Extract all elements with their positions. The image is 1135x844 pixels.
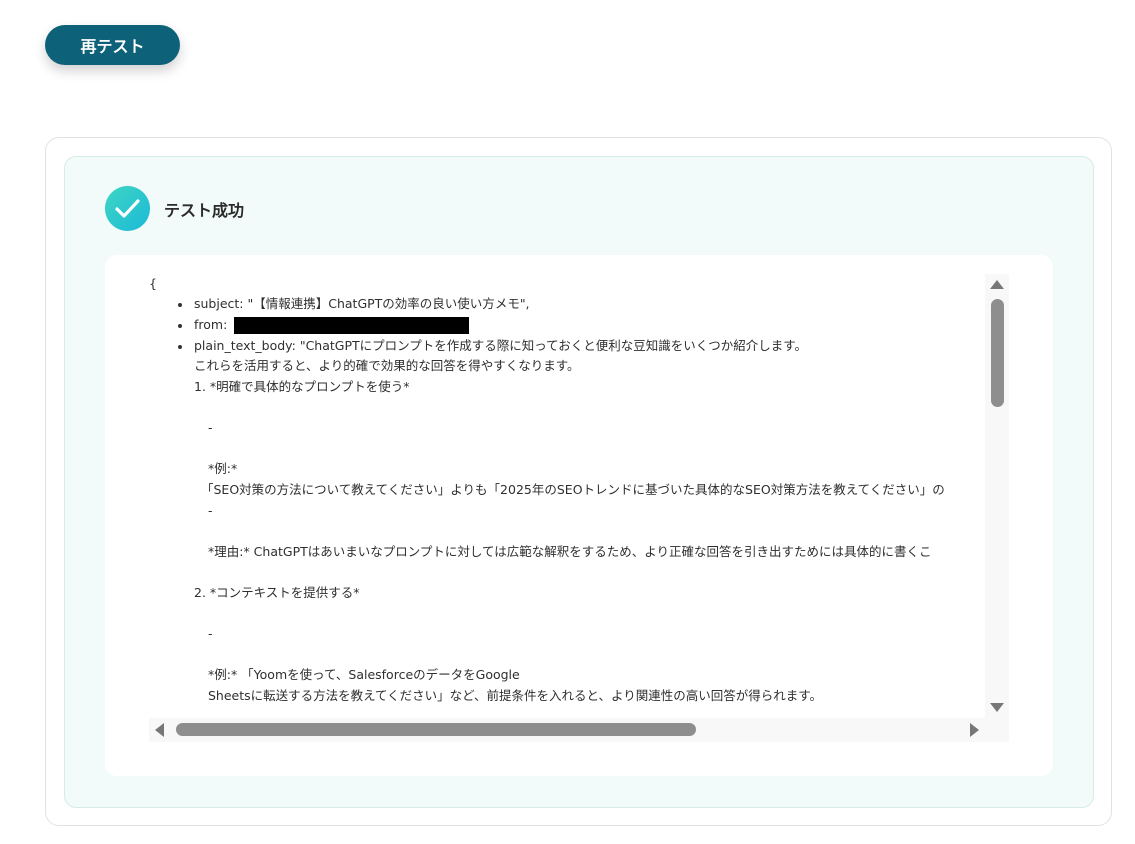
json-output-viewport[interactable]: { subject: "【情報連携】ChatGPTの効率の良い使い方メモ", f… bbox=[149, 274, 985, 718]
scroll-right-arrow-icon[interactable] bbox=[970, 723, 979, 737]
code-line: これらを活用すると、より的確で効果的な回答を得やすくなります。 bbox=[194, 358, 580, 373]
code-line-body: plain_text_body: "ChatGPTにプロンプトを作成する際に知っ… bbox=[194, 338, 808, 353]
scroll-left-arrow-icon[interactable] bbox=[155, 723, 164, 737]
code-line: *例:* 「Yoomを使って、SalesforceのデータをGoogle bbox=[208, 667, 520, 682]
code-line: - bbox=[208, 626, 213, 641]
code-line: - bbox=[208, 503, 213, 518]
list-bullet bbox=[178, 303, 182, 307]
vertical-scroll-thumb[interactable] bbox=[991, 299, 1004, 407]
code-line: 「SEO対策の方法について教えてください」よりも「2025年のSEOトレンドに基… bbox=[201, 482, 945, 497]
code-line: - bbox=[208, 420, 213, 435]
retest-button[interactable]: 再テスト bbox=[45, 25, 180, 65]
test-success-title: テスト成功 bbox=[164, 201, 245, 220]
scroll-down-arrow-icon[interactable] bbox=[990, 703, 1004, 712]
code-line: { bbox=[149, 276, 157, 291]
code-line: 1. *明確で具体的なプロンプトを使う* bbox=[194, 379, 410, 394]
redacted-email bbox=[234, 317, 469, 334]
check-circle-icon bbox=[105, 186, 150, 231]
code-line: 2. *コンテキストを提供する* bbox=[194, 585, 360, 600]
code-line: *例:* bbox=[208, 461, 238, 476]
code-line-from: from: bbox=[194, 317, 228, 332]
code-line: *理由:* ChatGPTはあいまいなプロンプトに対しては広範な解釈をするため、… bbox=[208, 544, 932, 559]
code-line-subject: subject: "【情報連携】ChatGPTの効率の良い使い方メモ", bbox=[194, 296, 530, 311]
scroll-up-arrow-icon[interactable] bbox=[990, 280, 1004, 289]
code-line: Sheetsに転送する方法を教えてください」など、前提条件を入れると、より関連性… bbox=[208, 688, 823, 703]
horizontal-scroll-thumb[interactable] bbox=[176, 723, 696, 736]
list-bullet bbox=[178, 324, 182, 328]
list-bullet bbox=[178, 345, 182, 349]
